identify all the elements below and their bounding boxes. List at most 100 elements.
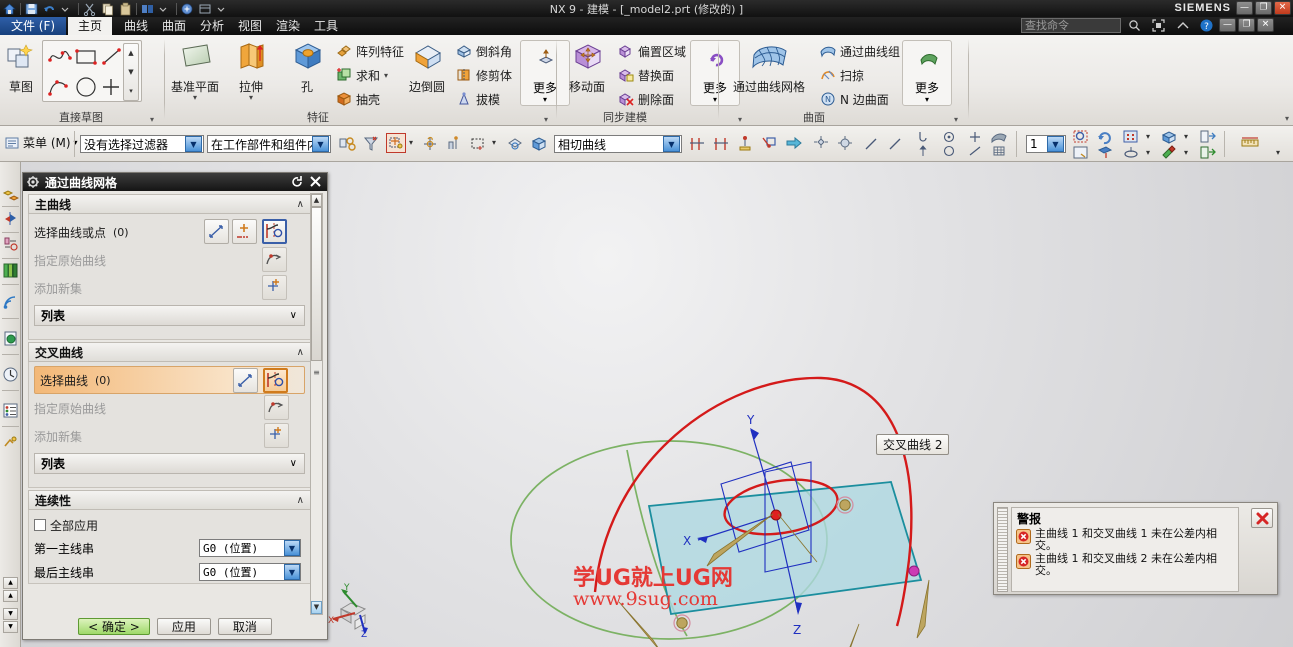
help-icon[interactable]: ?	[1200, 19, 1213, 32]
gear-icon[interactable]	[26, 175, 40, 189]
gallery-expand[interactable]: ▾	[124, 82, 138, 100]
fit-view-icon[interactable]	[1072, 129, 1090, 145]
extrude-button[interactable]: 拉伸 ▾	[224, 39, 278, 102]
work-layer-combo[interactable]: 1 ▼	[1026, 135, 1066, 153]
select-general-icon[interactable]	[338, 135, 356, 153]
selection-filter-arrow-icon[interactable]: ▼	[185, 136, 202, 152]
direct-sketch-expand-icon[interactable]: ▾	[150, 115, 154, 124]
gallery-scroll-up[interactable]: ▲	[124, 44, 138, 62]
row-apply-all[interactable]: 全部应用	[34, 514, 305, 536]
extrude-caret-icon[interactable]: ▾	[224, 94, 278, 102]
primary-curve-rule-button[interactable]	[262, 219, 287, 244]
work-layer-arrow-icon[interactable]: ▼	[1047, 136, 1064, 152]
dialog-scrollbar[interactable]: ▲ ≡ ▼	[310, 193, 323, 615]
doc-close-button[interactable]: ✕	[1257, 18, 1274, 32]
first-primary-string-combo[interactable]: G0 (位置) ▼	[199, 539, 301, 557]
part-navigator-icon[interactable]	[2, 186, 19, 203]
row-add-new-set-primary[interactable]: 添加新集	[34, 274, 305, 302]
pan-icon[interactable]	[1096, 145, 1114, 161]
add-new-set-icon-primary[interactable]	[262, 275, 287, 300]
select-caret-icon[interactable]: ▾	[492, 138, 496, 147]
snap-mid-point-icon[interactable]	[712, 135, 730, 153]
unite-button[interactable]: 求和 ▾	[336, 65, 388, 85]
through-curves-button[interactable]: 通过曲线组	[820, 41, 900, 61]
rail-scroll-up-button[interactable]: ▲	[3, 590, 18, 602]
selection-filter-icon[interactable]	[362, 135, 380, 153]
window-zoom-icon[interactable]	[1072, 145, 1090, 161]
menu-button[interactable]: 菜单 (M) ▾	[4, 134, 78, 151]
solid-body-icon[interactable]	[530, 135, 548, 153]
window-minimize-button[interactable]: —	[1236, 1, 1253, 15]
hd3d-tools-icon[interactable]	[2, 294, 19, 311]
pattern-feature-button[interactable]: 阵列特征	[336, 41, 404, 61]
measure-icon[interactable]	[1240, 135, 1260, 151]
snap-control-point-icon[interactable]	[736, 135, 754, 153]
move-face-button[interactable]: 移动面	[560, 39, 614, 95]
draft-button[interactable]: 拔模	[456, 89, 500, 109]
snap-center-icon[interactable]	[940, 131, 958, 143]
cancel-button[interactable]: 取消	[217, 617, 272, 635]
row-last-primary-string[interactable]: 最后主线串 G0 (位置) ▼	[34, 560, 305, 584]
through-curve-mesh-button[interactable]: 通过曲线网格	[724, 39, 814, 95]
shaded-view-icon[interactable]	[506, 135, 524, 153]
reset-icon[interactable]	[291, 175, 305, 189]
primary-add-remove-button[interactable]	[204, 219, 229, 244]
next-step-icon[interactable]	[786, 136, 802, 150]
doc-restore-button[interactable]: ❐	[1238, 18, 1255, 32]
datum-plane-caret-icon[interactable]: ▾	[168, 94, 222, 102]
snap-face-icon[interactable]	[990, 131, 1008, 143]
snap-point-icon[interactable]	[386, 133, 406, 153]
move-to-layer-icon[interactable]	[1198, 145, 1216, 161]
list-bar-primary[interactable]: 列表 ∨	[34, 305, 305, 326]
snap-caret-icon[interactable]: ▾	[409, 138, 413, 147]
snap-point-on-curve-icon[interactable]	[886, 135, 904, 153]
rail-scroll-down-button[interactable]: ▼	[3, 608, 18, 620]
replace-face-button[interactable]: 替换面	[618, 65, 674, 85]
list-chevron-primary[interactable]: ∨	[290, 310, 297, 321]
tab-file[interactable]: 文件 (F)	[0, 17, 66, 35]
window-close-button[interactable]: ✕	[1274, 1, 1291, 15]
role-icon[interactable]	[2, 434, 19, 451]
hole-button[interactable]: 孔	[280, 39, 334, 95]
n-sided-surface-button[interactable]: N N 边曲面	[820, 89, 889, 109]
apply-button[interactable]: 应用	[156, 617, 211, 635]
list-chevron-cross[interactable]: ∨	[290, 458, 297, 469]
rail-scroll-top-button[interactable]: ▲	[3, 577, 18, 589]
rotate-caret-icon[interactable]: ▾	[1146, 148, 1150, 157]
primary-add-new-set-button[interactable]	[232, 219, 257, 244]
view-style-caret-icon[interactable]: ▾	[1184, 132, 1188, 141]
snap-existing-point-icon[interactable]	[862, 135, 880, 153]
row-specify-origin-curve-primary[interactable]: 指定原始曲线	[34, 246, 305, 274]
assembly-navigator-icon[interactable]	[2, 210, 19, 227]
selection-filter-combo[interactable]: 没有选择过滤器 ▼	[80, 135, 204, 153]
sketch-button[interactable]: 草图	[0, 39, 42, 95]
sketch-gallery-scrollbar[interactable]: ▲ ▼ ▾	[123, 43, 139, 101]
process-studio-icon[interactable]	[2, 402, 19, 419]
first-primary-string-arrow-icon[interactable]: ▼	[284, 540, 300, 556]
tab-tools[interactable]: 工具	[304, 17, 348, 35]
row-select-primary-curve[interactable]: 选择曲线或点 (0)	[34, 218, 305, 246]
section-header-continuity[interactable]: 连续性 ∧	[28, 490, 311, 510]
view-triad[interactable]: Y X Z	[327, 581, 383, 637]
layer-visible-icon[interactable]	[1198, 129, 1216, 145]
surface-more-button[interactable]: 更多 ▾	[902, 40, 952, 106]
trim-body-button[interactable]: 修剪体	[456, 65, 512, 85]
section-chevron-cross[interactable]: ∧	[297, 347, 304, 358]
doc-minimize-button[interactable]: —	[1219, 18, 1236, 32]
surface-expand-icon[interactable]: ▾	[954, 115, 958, 124]
history-icon[interactable]	[2, 366, 19, 383]
rail-scroll-bottom-button[interactable]: ▼	[3, 621, 18, 633]
snap-tangent-icon[interactable]	[966, 131, 984, 143]
cross-curve-rule-button[interactable]	[263, 368, 288, 393]
snap-point-on-face-icon[interactable]	[914, 131, 932, 143]
view-style-icon[interactable]	[1160, 129, 1178, 145]
render-style-caret-icon[interactable]: ▾	[1184, 148, 1188, 157]
list-bar-cross[interactable]: 列表 ∨	[34, 453, 305, 474]
rotate-icon[interactable]	[1122, 145, 1140, 161]
zoom-icon[interactable]	[1122, 129, 1140, 145]
chamfer-button[interactable]: 倒斜角	[456, 41, 512, 61]
last-primary-string-arrow-icon[interactable]: ▼	[284, 564, 300, 580]
offset-region-button[interactable]: 偏置区域	[618, 41, 686, 61]
curve-rule-arrow-icon[interactable]: ▼	[663, 136, 680, 152]
section-chevron-continuity[interactable]: ∧	[297, 495, 304, 506]
